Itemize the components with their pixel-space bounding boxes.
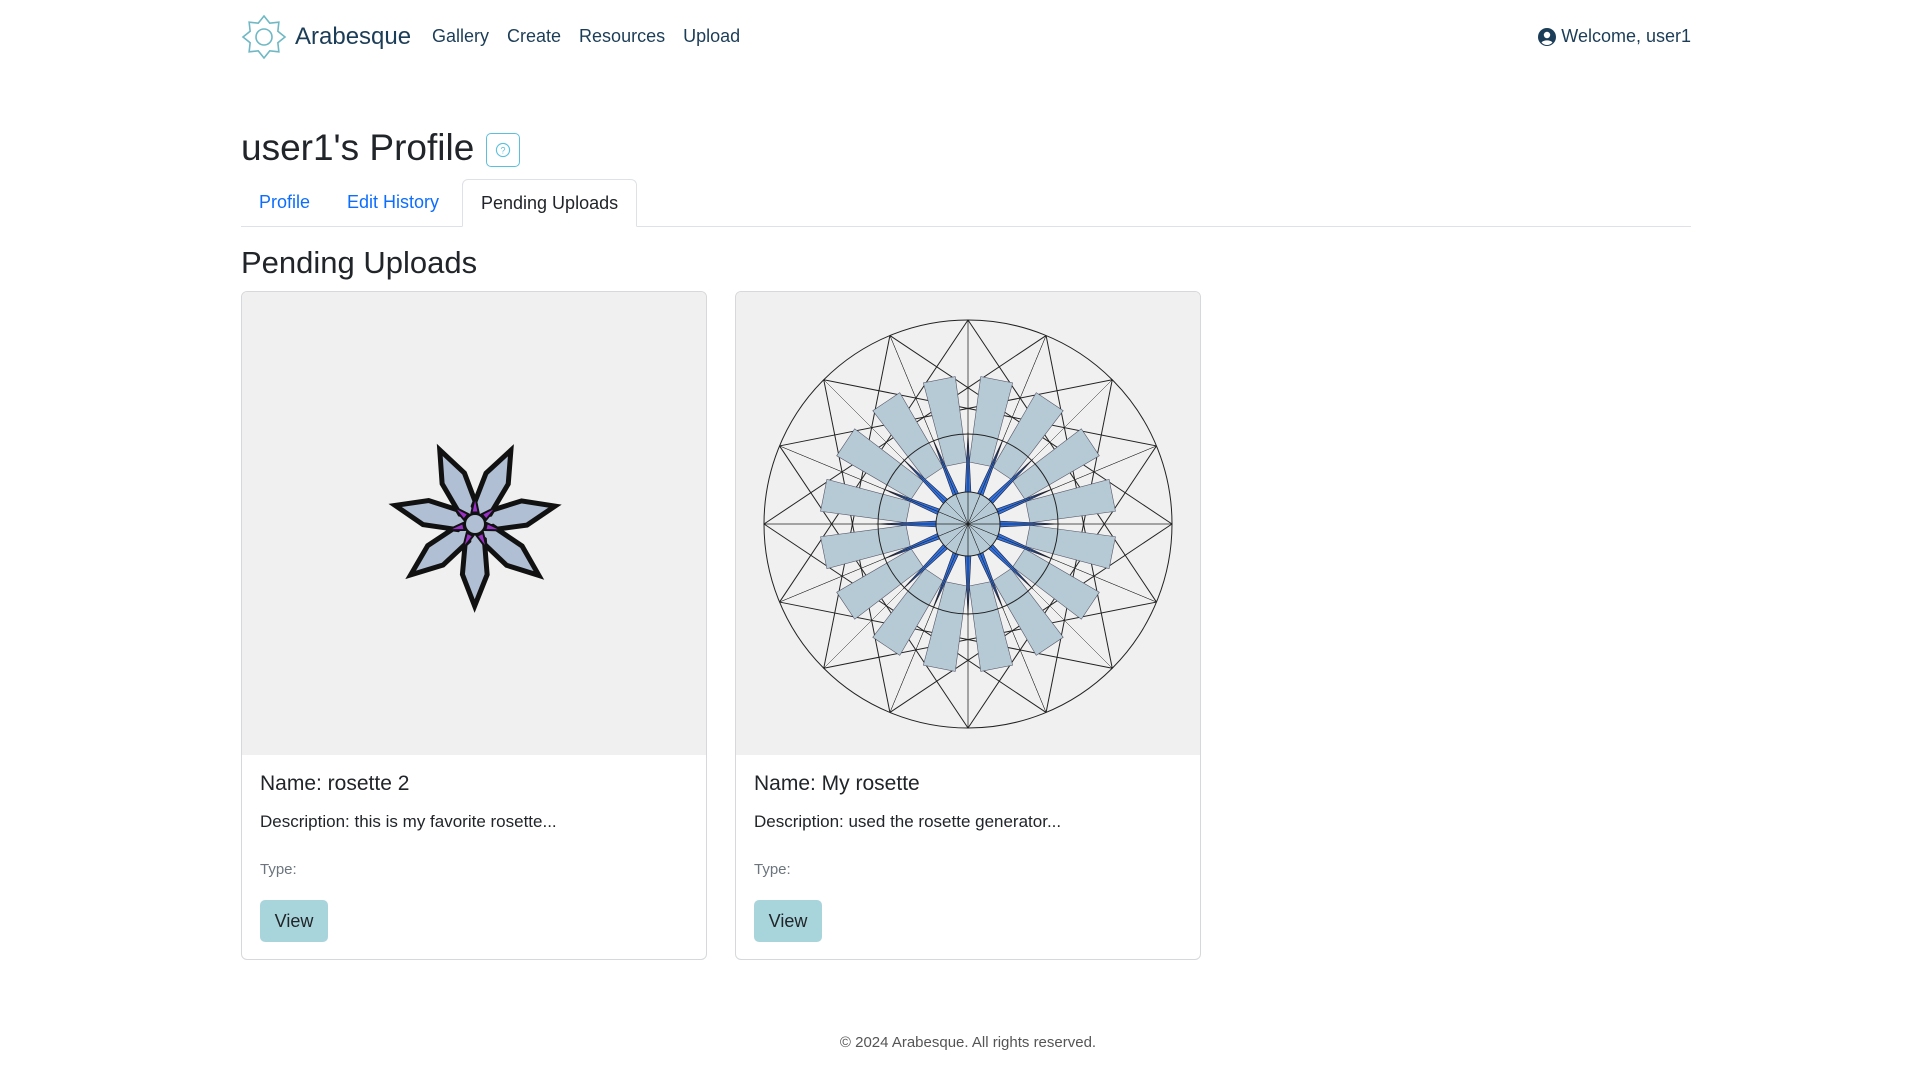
my-rosette-thumbnail <box>763 319 1173 729</box>
nav-link-gallery[interactable]: Gallery <box>432 26 489 47</box>
welcome-text: Welcome, user1 <box>1561 26 1691 46</box>
user-circle-icon <box>1538 27 1557 46</box>
card-thumbnail[interactable] <box>242 292 706 755</box>
card-title: Name: rosette 2 <box>260 772 410 795</box>
brand-name: Arabesque <box>295 23 412 50</box>
nav-links: Gallery Create Resources Upload <box>432 26 758 47</box>
brand[interactable]: Arabesque <box>241 14 411 60</box>
page-title: user1's Profile <box>241 127 475 168</box>
arabesque-logo-icon <box>241 14 287 60</box>
user-menu[interactable]: Welcome, user1 <box>1538 26 1691 47</box>
tab-edit-history[interactable]: Edit History <box>329 179 457 226</box>
card-type: Type: <box>260 861 297 878</box>
navbar: Arabesque Gallery Create Resources Uploa… <box>241 0 1691 74</box>
nav-link-resources[interactable]: Resources <box>579 26 665 47</box>
upload-card: Name: My rosette Description: used the r… <box>735 291 1201 960</box>
card-thumbnail[interactable] <box>736 292 1200 755</box>
profile-tabs: Profile Edit History Pending Uploads <box>241 179 1691 227</box>
rosette-2-thumbnail <box>388 443 562 613</box>
footer: © 2024 Arabesque. All rights reserved. <box>839 1034 1097 1051</box>
upload-card: Name: rosette 2 Description: this is my … <box>241 291 707 960</box>
svg-text:?: ? <box>500 145 505 155</box>
card-description: Description: used the rosette generator.… <box>754 812 1062 831</box>
nav-link-upload[interactable]: Upload <box>683 26 740 47</box>
card-title: Name: My rosette <box>754 772 920 795</box>
view-button[interactable]: View <box>754 900 822 942</box>
question-circle-icon: ? <box>495 142 511 158</box>
card-type: Type: <box>754 861 791 878</box>
view-button[interactable]: View <box>260 900 328 942</box>
help-button[interactable]: ? <box>486 133 520 167</box>
card-description: Description: this is my favorite rosette… <box>260 812 557 831</box>
tab-profile[interactable]: Profile <box>241 179 328 226</box>
tab-pending-uploads[interactable]: Pending Uploads <box>462 179 638 227</box>
section-title: Pending Uploads <box>241 245 478 280</box>
nav-link-create[interactable]: Create <box>507 26 561 47</box>
